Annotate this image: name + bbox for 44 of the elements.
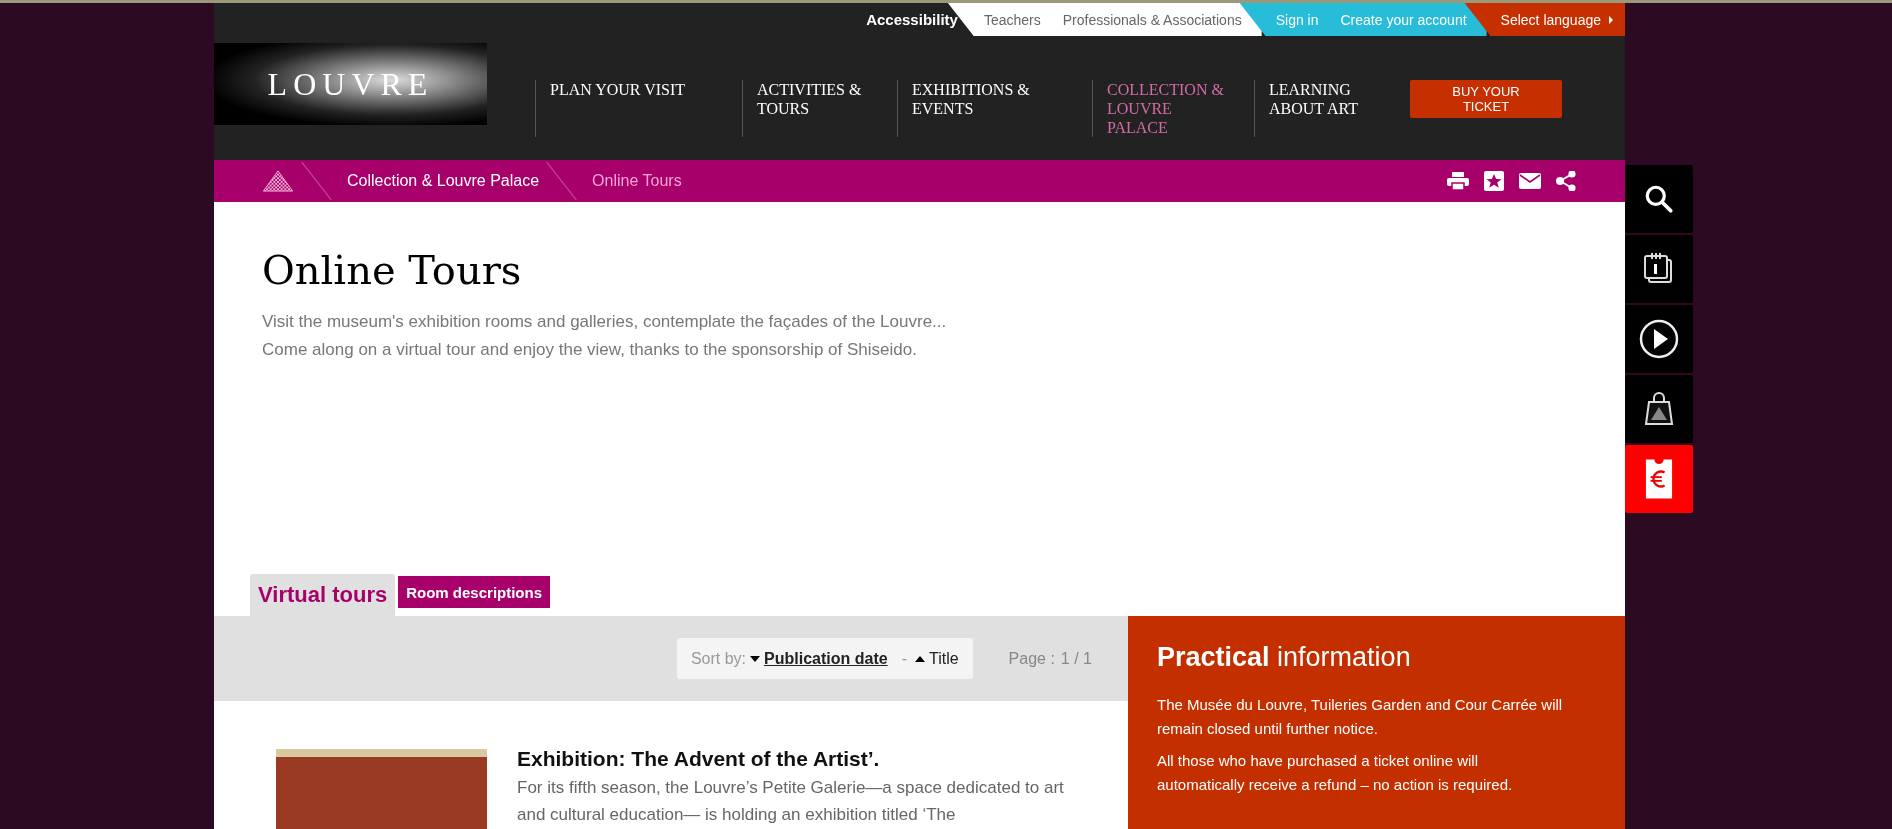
mail-icon[interactable] xyxy=(1519,171,1541,192)
top-link[interactable]: Teachers xyxy=(983,11,1041,28)
pyramid-icon[interactable] xyxy=(262,170,294,193)
sidebar-button[interactable] xyxy=(1625,375,1693,443)
tab[interactable]: Room descriptions xyxy=(398,576,551,608)
breadcrumb-link[interactable]: Collection & Louvre Palace xyxy=(347,172,540,191)
notice-text: The Musée du Louvre, Tuileries Garden and Cour Carrée will remain closed until further notice. xyxy=(1157,695,1564,739)
nav-item[interactable]: COLLECTION & LOUVRE PALACE xyxy=(1092,80,1254,138)
sidebar-button[interactable] xyxy=(1625,235,1693,303)
nav-item[interactable]: EXHIBITIONS & EVENTS xyxy=(897,80,1092,138)
notice-text: All those who have purchased a ticket online will automatically receive a refund – no action is required. xyxy=(1157,751,1514,795)
share-icon[interactable] xyxy=(1555,171,1577,192)
page-label: Page : xyxy=(1008,649,1055,668)
nav-item[interactable]: PLAN YOUR VISIT xyxy=(535,80,742,138)
page-count: 1 / 1 xyxy=(1060,649,1092,668)
sort-down-icon xyxy=(750,655,761,662)
article-text: For its fifth season, the Louvre’s Petite Galerie—a space dedicated to art and cultural education— is holding an exhibition titled ‘The xyxy=(517,777,1065,826)
shopping-bag-icon xyxy=(1643,392,1675,426)
breadcrumb-link[interactable]: Online Tours xyxy=(592,172,682,191)
sort-label: Sort by: xyxy=(690,649,747,668)
accessibility-link[interactable]: Accessibility xyxy=(866,11,958,29)
intro-text: Visit the museum's exhibition rooms and galleries, contemplate the façades of the Louvre... xyxy=(262,311,948,334)
intro-text: Come along on a virtual tour and enjoy the view, thanks to the sponsorship of Shiseido. xyxy=(262,339,918,362)
panel-title: Practical information xyxy=(1157,642,1412,673)
caret-icon xyxy=(1609,15,1613,24)
tab[interactable]: Virtual tours xyxy=(250,574,396,616)
sort-up-icon xyxy=(914,655,925,662)
separator-text: - xyxy=(901,649,907,668)
sort-option[interactable]: Publication date xyxy=(764,649,888,668)
print-icon[interactable] xyxy=(1447,171,1469,192)
sidebar-button[interactable] xyxy=(1625,165,1693,233)
page-title: Online Tours xyxy=(262,247,523,294)
sidebar-button[interactable] xyxy=(1625,305,1693,373)
play-icon xyxy=(1639,319,1679,359)
nav-item[interactable]: ACTIVITIES & TOURS xyxy=(742,80,897,138)
top-link[interactable]: Professionals & Associations xyxy=(1062,11,1242,28)
article-title[interactable]: Exhibition: The Advent of the Artist’. xyxy=(517,747,1087,771)
nav-item[interactable]: LEARNING ABOUT ART xyxy=(1254,80,1404,138)
top-link[interactable]: Select language xyxy=(1500,11,1601,28)
sort-option[interactable]: Title xyxy=(928,649,959,668)
euro-ticket-icon xyxy=(1645,458,1673,500)
photo-placeholder[interactable] xyxy=(276,749,487,829)
calendar-icon xyxy=(1643,252,1675,286)
buy-ticket-button[interactable]: BUY YOUR TICKET xyxy=(1410,80,1562,119)
